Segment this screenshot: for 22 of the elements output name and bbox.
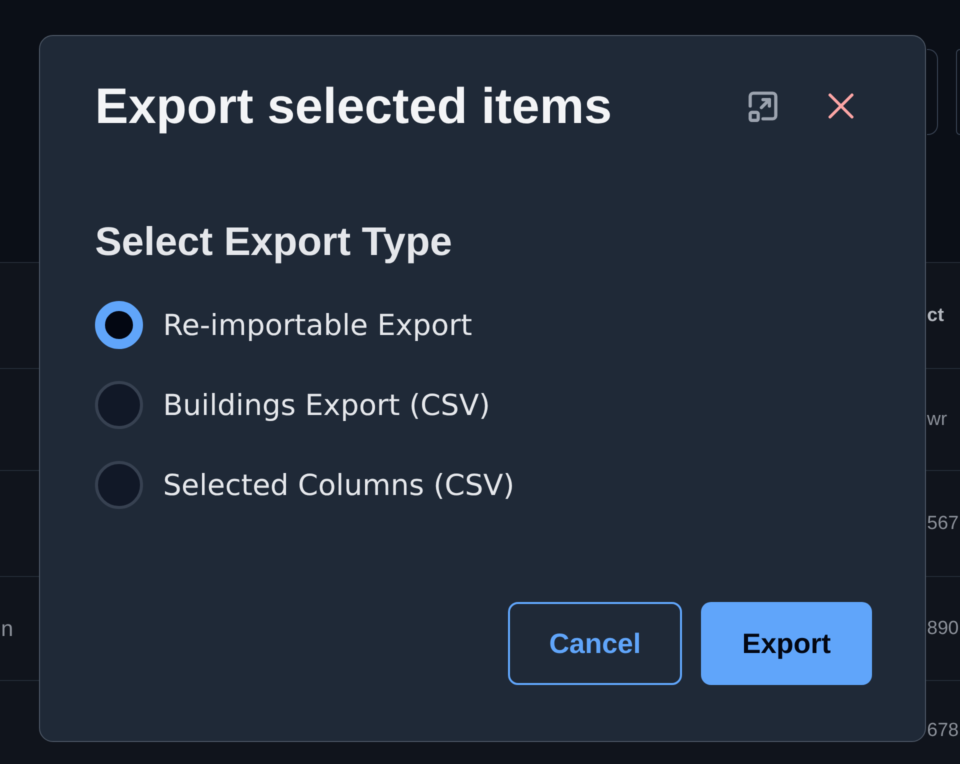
section-title: Select Export Type bbox=[95, 219, 454, 266]
column-header: ct bbox=[927, 304, 945, 326]
close-icon bbox=[828, 93, 854, 119]
option-label[interactable]: Re-importable Export bbox=[163, 308, 472, 342]
expand-icon bbox=[747, 90, 779, 122]
toolbar-button[interactable] bbox=[927, 49, 938, 135]
table-cell: 678 bbox=[927, 720, 960, 742]
dialog-title: Export selected items bbox=[95, 77, 613, 136]
table-cell: 890 bbox=[927, 618, 960, 640]
radio-button[interactable] bbox=[95, 301, 143, 349]
expand-button[interactable] bbox=[747, 90, 779, 122]
radio-button[interactable] bbox=[95, 461, 143, 509]
radio-button[interactable] bbox=[95, 381, 143, 429]
toolbar-button[interactable] bbox=[956, 49, 960, 135]
option-label[interactable]: Selected Columns (CSV) bbox=[163, 468, 514, 502]
close-button[interactable] bbox=[828, 93, 854, 119]
table-cell: n bbox=[0, 616, 14, 642]
export-button[interactable]: Export bbox=[701, 602, 872, 685]
table-cell: 567 bbox=[927, 512, 960, 534]
table-cell-text: wr bbox=[927, 408, 948, 430]
cancel-button[interactable]: Cancel bbox=[508, 602, 682, 685]
option-label[interactable]: Buildings Export (CSV) bbox=[163, 388, 490, 422]
